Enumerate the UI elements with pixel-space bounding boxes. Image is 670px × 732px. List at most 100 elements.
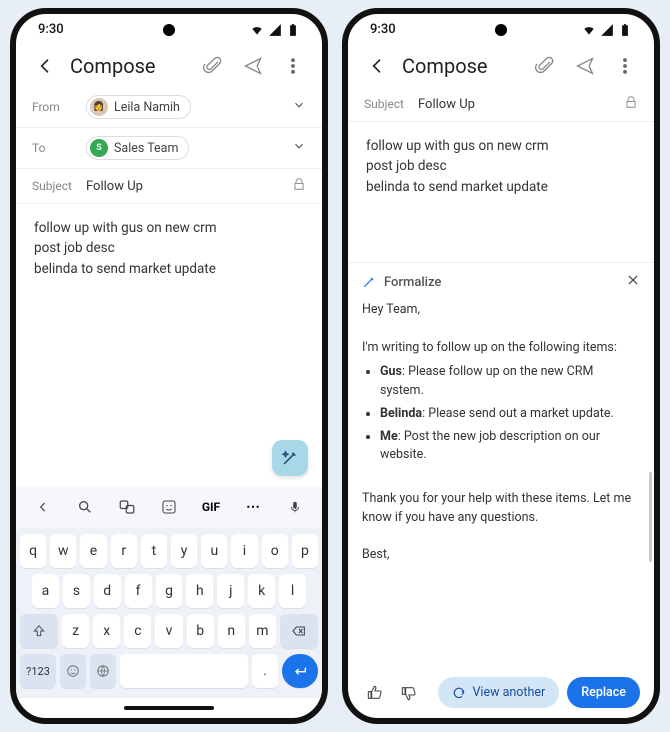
nav-gesture-bar[interactable]	[16, 698, 322, 718]
lang-key[interactable]	[90, 654, 116, 688]
keyboard-toolbar: GIF ⋯	[16, 486, 322, 528]
kb-search-icon[interactable]	[68, 492, 102, 522]
panel-header: Formalize	[362, 273, 640, 291]
thumbs-up-button[interactable]	[362, 680, 388, 706]
subject-label: Subject	[364, 97, 410, 111]
body-line: belinda to send market update	[366, 177, 636, 197]
period-key[interactable]: .	[252, 654, 278, 688]
page-title: Compose	[402, 54, 520, 78]
app-bar: Compose	[348, 41, 654, 87]
from-label: From	[32, 100, 78, 114]
key[interactable]: u	[201, 534, 227, 568]
panel-greeting: Hey Team,	[362, 301, 640, 320]
compose-body[interactable]: follow up with gus on new crm post job d…	[348, 122, 654, 262]
key[interactable]: a	[32, 574, 59, 608]
body-line: post job desc	[34, 238, 304, 258]
wifi-icon	[582, 23, 596, 37]
kb-translate-icon[interactable]	[110, 492, 144, 522]
body-line: follow up with gus on new crm	[34, 218, 304, 238]
key[interactable]: b	[187, 614, 214, 648]
front-camera	[163, 24, 175, 36]
key[interactable]: w	[50, 534, 76, 568]
chevron-down-icon[interactable]	[292, 98, 306, 116]
to-row[interactable]: To S Sales Team	[16, 128, 322, 169]
key[interactable]: k	[248, 574, 275, 608]
key[interactable]: q	[20, 534, 46, 568]
kb-gif-button[interactable]: GIF	[194, 492, 228, 522]
key[interactable]: t	[141, 534, 167, 568]
body-line: post job desc	[366, 156, 636, 176]
keyboard[interactable]: q w e r t y u i o p a s d f g h j k l z	[16, 528, 322, 698]
more-button[interactable]	[278, 51, 308, 81]
shift-key[interactable]	[20, 614, 58, 648]
lock-icon	[292, 177, 306, 195]
chevron-down-icon[interactable]	[292, 139, 306, 157]
key[interactable]: h	[186, 574, 213, 608]
subject-row[interactable]: Subject Follow Up	[16, 169, 322, 204]
send-button[interactable]	[238, 51, 268, 81]
kb-sticker-icon[interactable]	[152, 492, 186, 522]
page-title: Compose	[70, 54, 188, 78]
key[interactable]: f	[125, 574, 152, 608]
key[interactable]: j	[217, 574, 244, 608]
kb-more-icon[interactable]: ⋯	[236, 492, 270, 522]
key[interactable]: g	[156, 574, 183, 608]
send-button[interactable]	[570, 51, 600, 81]
thumbs-down-button[interactable]	[396, 680, 422, 706]
subject-label: Subject	[32, 179, 78, 193]
list-item: Me: Post the new job description on our …	[380, 428, 640, 466]
front-camera	[495, 24, 507, 36]
key[interactable]: l	[279, 574, 306, 608]
scrollbar[interactable]	[649, 472, 652, 562]
key[interactable]: r	[111, 534, 137, 568]
key[interactable]: o	[262, 534, 288, 568]
replace-button[interactable]: Replace	[567, 677, 640, 708]
view-another-button[interactable]: View another	[438, 677, 559, 708]
key[interactable]: z	[62, 614, 89, 648]
key[interactable]: v	[155, 614, 182, 648]
key[interactable]: x	[93, 614, 120, 648]
from-chip[interactable]: 👩 Leila Namih	[86, 95, 191, 119]
key[interactable]: c	[124, 614, 151, 648]
kb-mic-icon[interactable]	[278, 492, 312, 522]
backspace-key[interactable]	[280, 614, 318, 648]
list-item: Gus: Please follow up on the new CRM sys…	[380, 363, 640, 401]
key[interactable]: y	[171, 534, 197, 568]
kb-collapse-button[interactable]	[26, 492, 60, 522]
attach-button[interactable]	[198, 51, 228, 81]
space-key[interactable]	[120, 654, 249, 688]
to-label: To	[32, 141, 78, 155]
app-bar: Compose	[16, 41, 322, 87]
from-name: Leila Namih	[114, 100, 180, 115]
compose-body[interactable]: follow up with gus on new crm post job d…	[16, 204, 322, 486]
key[interactable]: p	[292, 534, 318, 568]
magic-compose-button[interactable]	[272, 440, 308, 476]
panel-actions: View another Replace	[362, 671, 640, 708]
key[interactable]: i	[231, 534, 257, 568]
back-button[interactable]	[362, 51, 392, 81]
status-icons	[250, 23, 300, 37]
back-button[interactable]	[30, 51, 60, 81]
body-line: belinda to send market update	[34, 259, 304, 279]
emoji-key[interactable]	[60, 654, 86, 688]
attach-button[interactable]	[530, 51, 560, 81]
close-button[interactable]	[626, 273, 640, 291]
status-time: 9:30	[370, 22, 396, 37]
battery-icon	[618, 23, 632, 37]
key[interactable]: m	[249, 614, 276, 648]
to-name: Sales Team	[114, 141, 178, 156]
more-button[interactable]	[610, 51, 640, 81]
key[interactable]: e	[80, 534, 106, 568]
panel-title: Formalize	[384, 275, 441, 290]
from-row[interactable]: From 👩 Leila Namih	[16, 87, 322, 128]
symbols-key[interactable]: ?123	[20, 654, 56, 688]
lock-icon	[624, 95, 638, 113]
panel-body: Hey Team, I'm writing to follow up on th…	[362, 301, 640, 661]
to-chip[interactable]: S Sales Team	[86, 136, 189, 160]
list-item: Belinda: Please send out a market update…	[380, 405, 640, 424]
enter-key[interactable]	[282, 654, 318, 688]
key[interactable]: d	[94, 574, 121, 608]
key[interactable]: s	[63, 574, 90, 608]
key[interactable]: n	[218, 614, 245, 648]
subject-row[interactable]: Subject Follow Up	[348, 87, 654, 122]
